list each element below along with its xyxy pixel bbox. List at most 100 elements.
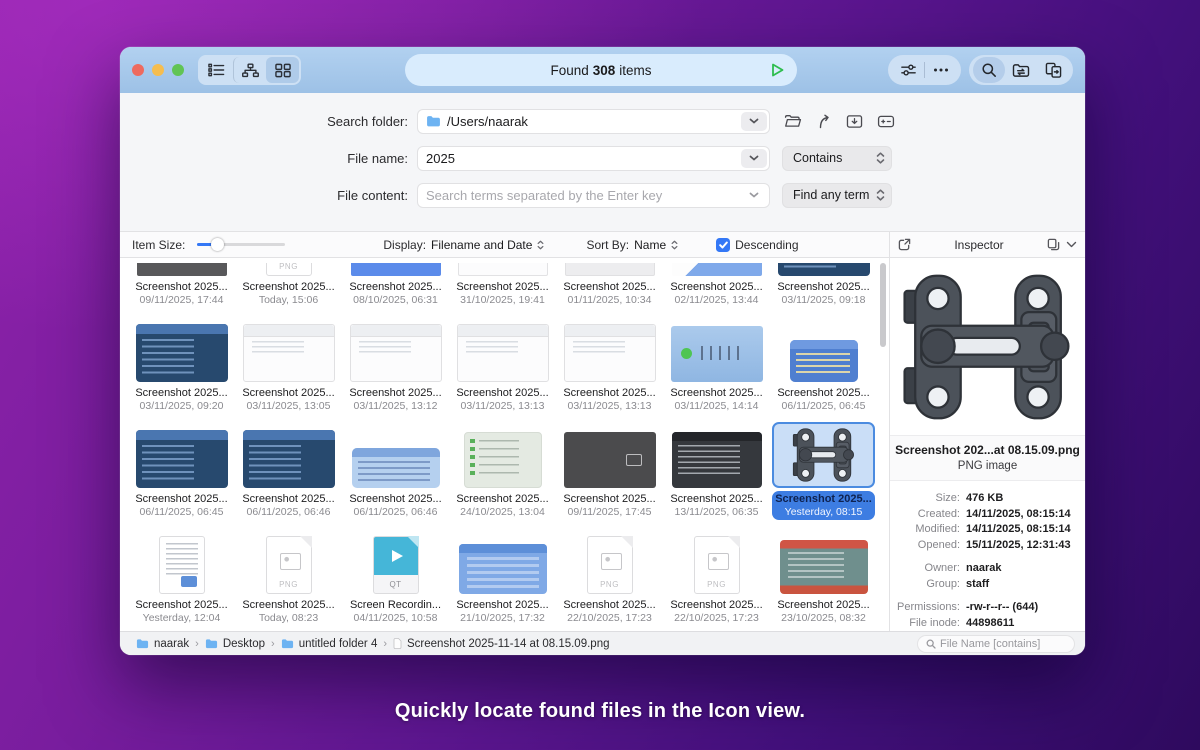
quick-filter-field[interactable]: File Name [contains]	[917, 635, 1075, 653]
file-icon	[393, 638, 402, 649]
sort-by-select[interactable]: Sort By: Name	[586, 238, 678, 252]
file-name-input[interactable]: 2025	[417, 146, 770, 171]
edit-conditions-button[interactable]	[873, 110, 898, 132]
item-name: Screenshot 2025...	[132, 386, 231, 400]
choose-folder-button[interactable]	[780, 110, 805, 132]
grid-item[interactable]: Screenshot 2025...01/11/2025, 10:34	[556, 258, 663, 314]
hierarchy-view-icon	[242, 63, 259, 78]
grid-item[interactable]: Screenshot 2025...09/11/2025, 17:44	[128, 258, 235, 314]
grid-item[interactable]: Screenshot 2025...21/10/2025, 17:32	[449, 528, 556, 632]
hierarchy-view-button[interactable]	[233, 57, 266, 83]
file-name-mode-value: Contains	[793, 151, 876, 165]
grid-item[interactable]: PNGScreenshot 2025...22/10/2025, 17:23	[663, 528, 770, 632]
grid-item[interactable]: Screenshot 2025...08/10/2025, 06:31	[342, 258, 449, 314]
vertical-scrollbar[interactable]	[880, 263, 886, 347]
file-name-row: File name: 2025 Contains	[120, 145, 1085, 171]
grid-item[interactable]: Screenshot 2025...Yesterday, 08:15	[770, 422, 877, 526]
grid-item[interactable]: PNGScreenshot 2025...Today, 08:23	[235, 528, 342, 632]
grid-item[interactable]: Screenshot 2025...03/11/2025, 14:14	[663, 316, 770, 420]
grid-item[interactable]: Screenshot 2025...09/11/2025, 17:45	[556, 422, 663, 526]
lightgray-thumbnail	[565, 263, 655, 276]
metadata-row: Owner:naarak	[890, 561, 1077, 577]
metadata-label: Created:	[890, 507, 966, 523]
inspector-pages-button[interactable]	[1047, 238, 1060, 251]
parent-folder-button[interactable]	[811, 110, 836, 132]
file-content-input[interactable]: Search terms separated by the Enter key	[417, 183, 770, 208]
search-folder-dropdown[interactable]	[741, 112, 767, 131]
grid-item[interactable]: Screenshot 2025...06/11/2025, 06:45	[770, 316, 877, 420]
grid-item[interactable]: Screenshot 2025...03/11/2025, 09:18	[770, 258, 877, 314]
item-size-slider[interactable]	[197, 243, 285, 246]
item-labels: Screenshot 2025...23/10/2025, 08:32	[772, 597, 875, 626]
list-view-button[interactable]	[200, 57, 233, 83]
minimize-button[interactable]	[152, 64, 164, 76]
sort-by-label: Sort By:	[586, 238, 629, 252]
list-view-icon	[208, 63, 225, 77]
grid-item[interactable]: QTScreen Recordin...04/11/2025, 10:58	[342, 528, 449, 632]
grid-item[interactable]: Screenshot 2025...02/11/2025, 13:44	[663, 258, 770, 314]
grid-item[interactable]: Screenshot 2025...23/10/2025, 08:32	[770, 528, 877, 632]
chevron-down-icon	[749, 192, 759, 198]
lightbluepanel-thumbnail	[352, 448, 440, 488]
display-select[interactable]: Display: Filename and Date	[383, 238, 544, 252]
whitewin-thumbnail	[350, 324, 442, 382]
thumbnail-box	[237, 426, 340, 488]
zoom-button[interactable]	[172, 64, 184, 76]
grid-item[interactable]: Screenshot 2025...03/11/2025, 13:05	[235, 316, 342, 420]
file-name-mode-select[interactable]: Contains	[782, 146, 892, 171]
folder-compare-button[interactable]	[1005, 57, 1037, 83]
file-content-dropdown[interactable]	[741, 186, 767, 205]
search-form: Search folder: /Users/naarak	[120, 93, 1085, 232]
copy-results-button[interactable]	[1037, 57, 1069, 83]
grid-item[interactable]: Screenshot 2025...06/11/2025, 06:46	[342, 422, 449, 526]
updown-chevrons-icon	[876, 152, 885, 164]
search-folder-row: Search folder: /Users/naarak	[120, 108, 1085, 134]
search-icon	[981, 62, 997, 78]
grid-item[interactable]: Screenshot 2025...03/11/2025, 09:20	[128, 316, 235, 420]
grid-item[interactable]: Screenshot 2025...Yesterday, 12:04	[128, 528, 235, 632]
file-content-mode-select[interactable]: Find any term	[782, 183, 892, 208]
item-date: 31/10/2025, 19:41	[453, 294, 552, 307]
icon-view-button[interactable]	[266, 57, 299, 83]
breadcrumb-item[interactable]: untitled folder 4	[281, 638, 378, 650]
item-labels: Screenshot 2025...31/10/2025, 19:41	[451, 279, 554, 308]
slider-knob[interactable]	[211, 238, 224, 251]
metadata-value: 44898611	[966, 616, 1014, 632]
filters-button[interactable]	[892, 57, 924, 83]
thumbnail-box	[772, 263, 875, 276]
grid-item[interactable]: Screenshot 2025...03/11/2025, 13:12	[342, 316, 449, 420]
png-thumbnail: PNG	[694, 536, 740, 594]
grid-item[interactable]: Screenshot 2025...06/11/2025, 06:46	[235, 422, 342, 526]
grid-item[interactable]: PNGScreenshot 2025...22/10/2025, 17:23	[556, 528, 663, 632]
metadata-row: Opened:15/11/2025, 12:31:43	[890, 538, 1077, 554]
grid-item[interactable]: PNGScreenshot 2025...Today, 15:06	[235, 258, 342, 314]
docui-thumbnail	[159, 536, 205, 594]
breadcrumb-item[interactable]: Desktop	[205, 638, 265, 650]
file-name-dropdown[interactable]	[741, 149, 767, 168]
breadcrumb-item[interactable]: Screenshot 2025-11-14 at 08.15.09.png	[393, 638, 609, 650]
metadata-label: Owner:	[890, 561, 966, 577]
item-labels: Screenshot 2025...09/11/2025, 17:44	[130, 279, 233, 308]
inspector-file-name: Screenshot 202...at 08.15.09.png	[894, 443, 1081, 457]
breadcrumb-item[interactable]: naarak	[136, 638, 189, 650]
item-name: Screenshot 2025...	[239, 386, 338, 400]
start-search-button[interactable]	[767, 60, 787, 80]
item-date: 06/11/2025, 06:46	[346, 506, 445, 519]
grid-item[interactable]: Screenshot 2025...13/11/2025, 06:35	[663, 422, 770, 526]
inspector-popout-button[interactable]	[898, 238, 911, 251]
search-folder-input[interactable]: /Users/naarak	[417, 109, 770, 134]
close-button[interactable]	[132, 64, 144, 76]
item-labels: Screenshot 2025...Yesterday, 12:04	[130, 597, 233, 626]
grid-item[interactable]: Screenshot 2025...03/11/2025, 13:13	[556, 316, 663, 420]
thumbnail-box	[558, 263, 661, 276]
inspector-collapse-button[interactable]	[1066, 241, 1077, 248]
grid-item[interactable]: Screenshot 2025...03/11/2025, 13:13	[449, 316, 556, 420]
grid-item[interactable]: Screenshot 2025...24/10/2025, 13:04	[449, 422, 556, 526]
add-folder-button[interactable]	[842, 110, 867, 132]
item-name: Screenshot 2025...	[667, 492, 766, 506]
descending-checkbox[interactable]	[716, 238, 730, 252]
search-mode-button[interactable]	[973, 57, 1005, 83]
grid-item[interactable]: Screenshot 2025...31/10/2025, 19:41	[449, 258, 556, 314]
more-options-button[interactable]	[925, 57, 957, 83]
grid-item[interactable]: Screenshot 2025...06/11/2025, 06:45	[128, 422, 235, 526]
